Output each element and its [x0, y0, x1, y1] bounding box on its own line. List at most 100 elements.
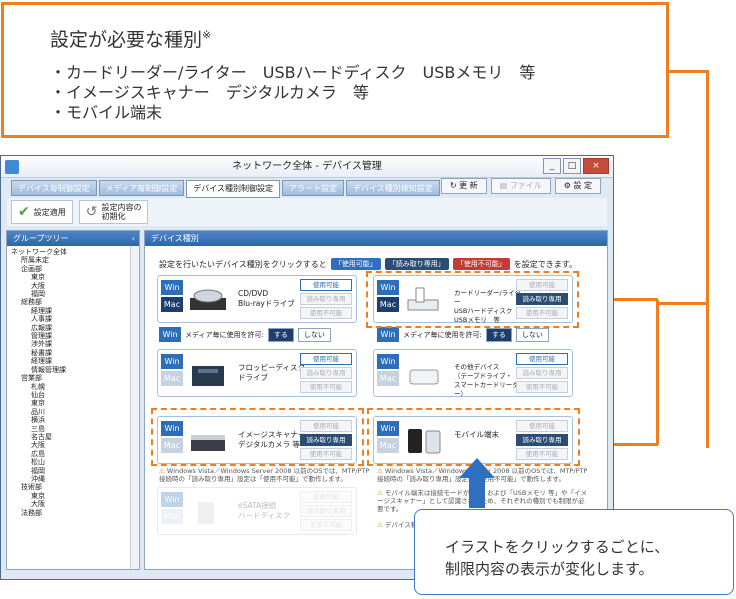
- option-list: 使用可能 読み取り専用 使用不可能: [516, 353, 568, 393]
- media-allow-button[interactable]: する: [267, 327, 294, 342]
- media-deny-button[interactable]: しない: [297, 327, 331, 342]
- desc-text: を設定できます。: [513, 259, 577, 269]
- device-name: その他デバイス （テープドライブ・ スマートカードリーダー）: [454, 363, 519, 398]
- warning-icon: ⚠: [159, 467, 165, 475]
- callout-connector: [706, 70, 709, 448]
- device-name: フロッピーディスク ドライブ: [238, 363, 305, 382]
- option-usable[interactable]: 使用可能: [300, 491, 352, 503]
- option-unusable[interactable]: 使用不可能: [300, 519, 352, 531]
- callout-item: イメージスキャナー デジタルカメラ 等: [64, 83, 535, 103]
- init-settings-button[interactable]: ↺ 設定内容の 初期化: [78, 200, 149, 224]
- tree-node[interactable]: 情報管理課: [11, 366, 139, 374]
- mtp-warning: ⚠ Windows Vista／Windows Server 2008 以前のO…: [159, 467, 373, 483]
- callout-connector: [669, 70, 709, 73]
- tree-node[interactable]: 大阪: [11, 500, 139, 508]
- tree-node[interactable]: 人事課: [11, 315, 139, 323]
- group-tree-header: グループツリー ‹: [7, 231, 139, 246]
- device-card-other[interactable]: Win Mac その他デバイス （テープドライブ・ スマートカードリーダー） 使…: [373, 349, 573, 398]
- device-card-esata[interactable]: Win Mac eSATA接続 ハードディスク 使用可能 読み取り専用 使用不可…: [157, 487, 357, 535]
- tree-node[interactable]: 大阪: [11, 282, 139, 290]
- device-type-description: 設定を行いたいデバイス種別をクリックすると 「使用可能」 「読み取り専用」 「使…: [159, 258, 577, 270]
- tree-node[interactable]: 大阪: [11, 441, 139, 449]
- device-type-callout: 設定が必要な種別※ カードリーダー/ライター USBハードディスク USBメモリ…: [1, 2, 669, 138]
- init-label: 設定内容の 初期化: [101, 203, 142, 221]
- window-titlebar: ネットワーク全体 - デバイス管理 _ □ ×: [1, 156, 613, 178]
- media-permission-label: メディア毎に使用を許可:: [403, 330, 482, 339]
- tree-node[interactable]: 広報課: [11, 324, 139, 332]
- collapse-icon[interactable]: ‹: [132, 231, 135, 246]
- tree-node[interactable]: 品川: [11, 408, 139, 416]
- option-usable[interactable]: 使用可能: [516, 353, 568, 365]
- tab-media-control[interactable]: メディア毎制御設定: [98, 180, 185, 196]
- refresh-label: 更 新: [459, 181, 478, 190]
- screenshot-root: 設定が必要な種別※ カードリーダー/ライター USBハードディスク USBメモリ…: [0, 0, 736, 599]
- tree-node[interactable]: 総務部: [11, 298, 139, 306]
- tree-node[interactable]: 所属未定: [11, 256, 139, 264]
- media-allow-button[interactable]: する: [485, 327, 512, 342]
- settings-label: 設 定: [573, 181, 592, 190]
- media-deny-button[interactable]: しない: [515, 327, 549, 342]
- tree-node[interactable]: 東京: [11, 399, 139, 407]
- group-tree-title: グループツリー: [13, 234, 69, 243]
- tree-node[interactable]: 松山: [11, 458, 139, 466]
- option-unusable[interactable]: 使用不可能: [516, 381, 568, 393]
- tree-node[interactable]: 法務部: [11, 509, 139, 517]
- settings-button[interactable]: ⚙ 設 定: [554, 178, 601, 194]
- highlight-frame: [151, 408, 364, 466]
- callout-connector: [656, 300, 659, 445]
- tree-node[interactable]: 経理課: [11, 357, 139, 365]
- window-controls: _ □ ×: [543, 158, 609, 174]
- up-arrow-icon: [459, 458, 495, 508]
- file-button[interactable]: ▤ ファイル: [490, 178, 551, 194]
- option-readonly[interactable]: 読み取り専用: [300, 367, 352, 379]
- device-card-cddvd[interactable]: Win Mac CD/DVD Blu-rayドライブ 使用可能 読み取り専用 使…: [157, 275, 357, 323]
- apply-settings-button[interactable]: ✔ 設定適用: [11, 200, 73, 224]
- option-usable[interactable]: 使用可能: [300, 353, 352, 365]
- option-readonly[interactable]: 読み取り専用: [516, 367, 568, 379]
- mac-badge: Mac: [377, 371, 399, 386]
- file-label: ファイル: [509, 181, 542, 190]
- option-unusable[interactable]: 使用不可能: [300, 381, 352, 393]
- apply-label: 設定適用: [33, 207, 66, 217]
- group-tree-panel: グループツリー ‹ ネットワーク全体 所属未定 企画部 東京 大阪 福岡 総務部 経理課 人事課広…: [6, 230, 140, 570]
- tree-node[interactable]: 営業部: [11, 374, 139, 382]
- media-permission-row: Win メディア毎に使用を許可: する しない: [159, 327, 331, 342]
- tree-node[interactable]: 広島: [11, 450, 139, 458]
- minimize-button[interactable]: _: [543, 158, 561, 174]
- maximize-button[interactable]: □: [563, 158, 581, 174]
- tree-node[interactable]: 三島: [11, 425, 139, 433]
- tree-node[interactable]: 東京: [11, 273, 139, 281]
- tree-node[interactable]: 企画部: [11, 265, 139, 273]
- option-readonly[interactable]: 読み取り専用: [300, 293, 352, 305]
- tree-node[interactable]: 札幌: [11, 383, 139, 391]
- tree-node[interactable]: 東京: [11, 492, 139, 500]
- callout-list: カードリーダー/ライター USBハードディスク USBメモリ 等 イメージスキャ…: [64, 63, 535, 123]
- tab-device-type-detection[interactable]: デバイス種別検知設定: [345, 180, 440, 196]
- reset-icon: ↺: [85, 203, 98, 220]
- option-unusable[interactable]: 使用不可能: [300, 307, 352, 319]
- close-button[interactable]: ×: [583, 158, 609, 174]
- app-icon: [5, 160, 19, 174]
- device-name: CD/DVD Blu-rayドライブ: [238, 289, 295, 308]
- desc-text: 設定を行いたいデバイス種別をクリックすると: [159, 259, 327, 269]
- tree-node[interactable]: 経理課: [11, 307, 139, 315]
- tree-node[interactable]: 横浜: [11, 416, 139, 424]
- tree-scrollbar[interactable]: [130, 246, 139, 569]
- device-card-floppy[interactable]: Win Mac フロッピーディスク ドライブ 使用可能 読み取り専用 使用不可能: [157, 349, 357, 397]
- callout-title: 設定が必要な種別※: [50, 28, 212, 51]
- tree-node[interactable]: 福岡: [11, 467, 139, 475]
- tree-node[interactable]: 技術部: [11, 483, 139, 491]
- win-badge: Win: [377, 327, 399, 342]
- refresh-button[interactable]: ↻ 更 新: [440, 178, 487, 194]
- option-usable[interactable]: 使用可能: [300, 279, 352, 291]
- settings-tabs: デバイス毎制御設定 メディア毎制御設定 デバイス種別制御設定 アラート設定 デバ…: [11, 180, 440, 198]
- tab-alert[interactable]: アラート設定: [281, 180, 344, 196]
- option-readonly[interactable]: 読み取り専用: [300, 505, 352, 517]
- floppy-drive-icon: [192, 366, 224, 386]
- win-badge: Win: [159, 327, 181, 342]
- tab-device-control[interactable]: デバイス毎制御設定: [11, 180, 97, 196]
- tree-node[interactable]: 渉外課: [11, 340, 139, 348]
- tab-device-type-control[interactable]: デバイス種別制御設定: [186, 180, 280, 198]
- device-name: eSATA接続 ハードディスク: [238, 501, 290, 520]
- media-permission-row: Win メディア毎に使用を許可: する しない: [377, 327, 549, 342]
